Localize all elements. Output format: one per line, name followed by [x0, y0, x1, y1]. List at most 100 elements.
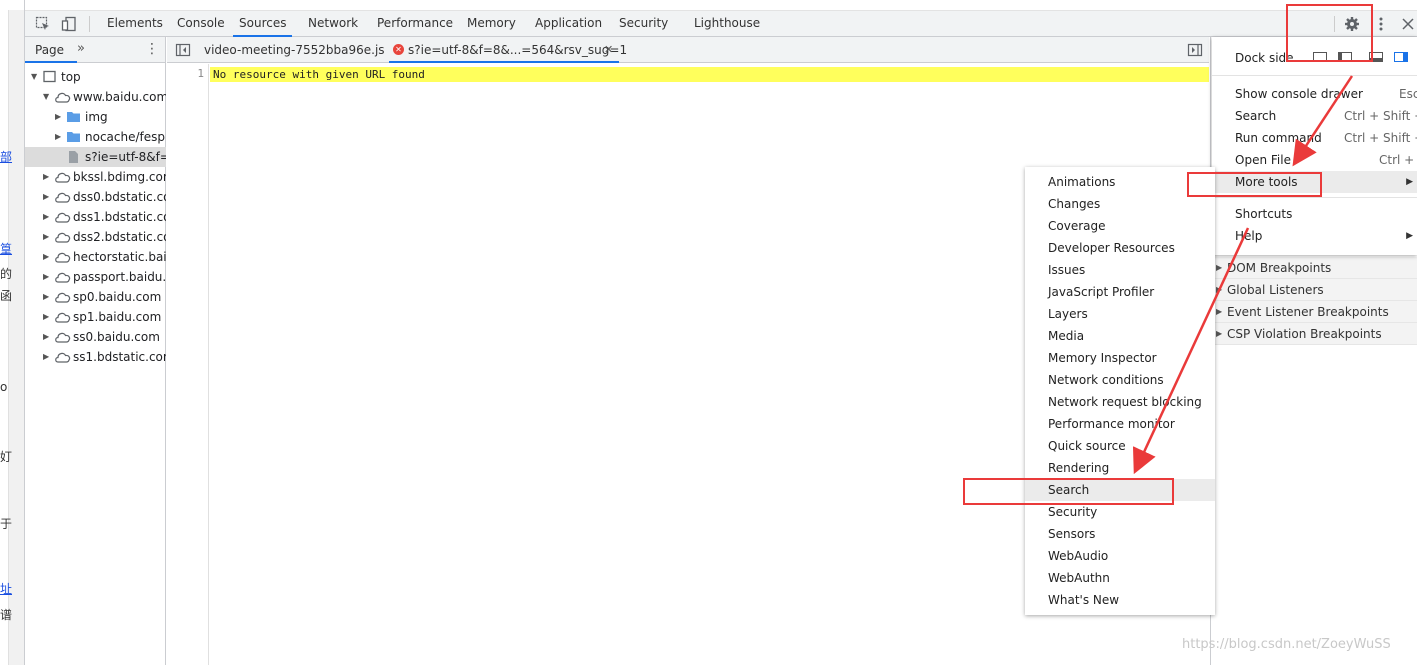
- code-line-highlighted[interactable]: No resource with given URL found: [210, 67, 1209, 82]
- editor-tab-active[interactable]: ✕ s?ie=utf-8&f=8&...=564&rsv_sug=1 ✕: [389, 37, 627, 63]
- collapse-triangle-icon[interactable]: ▼: [31, 67, 37, 87]
- tab-elements[interactable]: Elements: [105, 11, 165, 37]
- submenu-item-webaudio[interactable]: WebAudio: [1025, 545, 1215, 567]
- expand-triangle-icon[interactable]: ▶: [43, 287, 49, 307]
- gear-icon[interactable]: [1344, 16, 1360, 32]
- expand-triangle-icon[interactable]: ▶: [43, 207, 49, 227]
- tab-lighthouse[interactable]: Lighthouse: [692, 11, 762, 37]
- tree-item-label: www.baidu.com: [73, 90, 166, 104]
- shortcut-label: Esc: [1399, 87, 1417, 101]
- submenu-item-security[interactable]: Security: [1025, 501, 1215, 523]
- tree-item[interactable]: ▶ bkssl.bdimg.com: [25, 167, 166, 187]
- submenu-item-sensors[interactable]: Sensors: [1025, 523, 1215, 545]
- expand-triangle-icon[interactable]: ▶: [43, 187, 49, 207]
- expand-triangle-icon[interactable]: ▶: [43, 247, 49, 267]
- line-number[interactable]: 1: [197, 67, 204, 80]
- menu-item-label: Open File: [1235, 153, 1291, 167]
- dock-right-icon[interactable]: [1394, 52, 1408, 62]
- tree-item[interactable]: ▶ dss0.bdstatic.com: [25, 187, 166, 207]
- collapse-triangle-icon[interactable]: ▼: [43, 87, 49, 107]
- tree-item[interactable]: ▶ nocache/fesplg: [25, 127, 166, 147]
- submenu-item-animations[interactable]: Animations: [1025, 171, 1215, 193]
- submenu-item-what-s-new[interactable]: What's New: [1025, 589, 1215, 611]
- tree-item[interactable]: ▶ ss0.baidu.com: [25, 327, 166, 347]
- submenu-item-issues[interactable]: Issues: [1025, 259, 1215, 281]
- expand-triangle-icon[interactable]: ▶: [55, 127, 61, 147]
- menu-item-more-tools[interactable]: More tools ▶: [1212, 171, 1417, 193]
- navigator-menu-icon[interactable]: ⋮: [145, 41, 159, 57]
- page-text-fragment[interactable]: 篁: [0, 240, 12, 257]
- tree-item[interactable]: ▶ ss1.bdstatic.com: [25, 347, 166, 367]
- submenu-item-layers[interactable]: Layers: [1025, 303, 1215, 325]
- expand-triangle-icon[interactable]: ▶: [43, 347, 49, 367]
- submenu-item-quick-source[interactable]: Quick source: [1025, 435, 1215, 457]
- submenu-item-network-conditions[interactable]: Network conditions: [1025, 369, 1215, 391]
- menu-item-help[interactable]: Help ▶: [1212, 225, 1417, 247]
- page-text-fragment: 于: [0, 517, 13, 531]
- tab-performance[interactable]: Performance: [375, 11, 455, 37]
- device-toolbar-icon[interactable]: [61, 16, 77, 32]
- csp-violation-breakpoints-section[interactable]: ▶ CSP Violation Breakpoints: [1211, 323, 1417, 345]
- tree-item-label: dss0.bdstatic.com: [73, 190, 166, 204]
- tab-console[interactable]: Console: [175, 11, 227, 37]
- page-text-fragment[interactable]: 部: [0, 148, 12, 165]
- tab-application[interactable]: Application: [533, 11, 604, 37]
- dock-left-icon[interactable]: [1338, 52, 1352, 62]
- tree-item[interactable]: ▶ sp0.baidu.com: [25, 287, 166, 307]
- submenu-item-coverage[interactable]: Coverage: [1025, 215, 1215, 237]
- toggle-navigator-icon[interactable]: [175, 42, 191, 58]
- submenu-item-webauthn[interactable]: WebAuthn: [1025, 567, 1215, 589]
- editor-tabbar: video-meeting-7552bba96e.js ✕ s?ie=utf-8…: [167, 37, 1209, 63]
- menu-item-show-console-drawer[interactable]: Show console drawer Esc: [1212, 83, 1417, 105]
- menu-item-search[interactable]: Search Ctrl + Shift + F: [1212, 105, 1417, 127]
- expand-triangle-icon[interactable]: ▶: [43, 327, 49, 347]
- dock-bottom-icon[interactable]: [1369, 52, 1383, 62]
- submenu-item-memory-inspector[interactable]: Memory Inspector: [1025, 347, 1215, 369]
- more-tabs-icon[interactable]: »: [77, 41, 85, 56]
- menu-item-open-file[interactable]: Open File Ctrl + P: [1212, 149, 1417, 171]
- tab-sources[interactable]: Sources: [233, 11, 293, 37]
- expand-triangle-icon[interactable]: ▶: [43, 167, 49, 187]
- tab-network[interactable]: Network: [306, 11, 360, 37]
- tab-memory[interactable]: Memory: [465, 11, 518, 37]
- submenu-item-rendering[interactable]: Rendering: [1025, 457, 1215, 479]
- expand-triangle-icon[interactable]: ▶: [43, 227, 49, 247]
- toggle-debugger-icon[interactable]: [1187, 42, 1203, 58]
- page-text-fragment[interactable]: 址: [0, 580, 12, 597]
- close-tab-icon[interactable]: ✕: [604, 37, 613, 63]
- tree-item[interactable]: ▶ passport.baidu.co: [25, 267, 166, 287]
- submenu-item-performance-monitor[interactable]: Performance monitor: [1025, 413, 1215, 435]
- tree-item[interactable]: ▶ dss1.bdstatic.com: [25, 207, 166, 227]
- tree-item[interactable]: s?ie=utf-8&f=8: [25, 147, 166, 167]
- submenu-item-search[interactable]: Search: [1025, 479, 1215, 501]
- menu-item-shortcuts[interactable]: Shortcuts: [1212, 203, 1417, 225]
- expand-triangle-icon[interactable]: ▶: [43, 307, 49, 327]
- menu-separator: [1212, 75, 1417, 76]
- expand-triangle-icon[interactable]: ▶: [43, 267, 49, 287]
- dom-breakpoints-section[interactable]: ▶ DOM Breakpoints: [1211, 257, 1417, 279]
- tree-item[interactable]: ▶ img: [25, 107, 166, 127]
- editor-tab-video-meeting[interactable]: video-meeting-7552bba96e.js: [204, 37, 385, 63]
- global-listeners-section[interactable]: ▶ Global Listeners: [1211, 279, 1417, 301]
- menu-item-run-command[interactable]: Run command Ctrl + Shift + P: [1212, 127, 1417, 149]
- tree-item[interactable]: ▶ hectorstatic.baidu: [25, 247, 166, 267]
- expand-triangle-icon[interactable]: ▶: [55, 107, 61, 127]
- submenu-item-changes[interactable]: Changes: [1025, 193, 1215, 215]
- submenu-item-developer-resources[interactable]: Developer Resources: [1025, 237, 1215, 259]
- inspect-element-icon[interactable]: [35, 16, 51, 32]
- undock-icon[interactable]: [1313, 52, 1327, 62]
- kebab-menu-icon[interactable]: [1373, 16, 1389, 32]
- tree-item[interactable]: ▼ www.baidu.com: [25, 87, 166, 107]
- submenu-item-network-request-blocking[interactable]: Network request blocking: [1025, 391, 1215, 413]
- tab-page[interactable]: Page: [35, 43, 64, 57]
- submenu-item-media[interactable]: Media: [1025, 325, 1215, 347]
- page-scrollbar[interactable]: [8, 10, 24, 665]
- cloud-icon: [54, 270, 71, 284]
- tab-security[interactable]: Security: [617, 11, 670, 37]
- tree-item[interactable]: ▶ dss2.bdstatic.com: [25, 227, 166, 247]
- tree-item[interactable]: ▶ sp1.baidu.com: [25, 307, 166, 327]
- submenu-item-javascript-profiler[interactable]: JavaScript Profiler: [1025, 281, 1215, 303]
- close-devtools-icon[interactable]: [1400, 16, 1416, 32]
- event-listener-breakpoints-section[interactable]: ▶ Event Listener Breakpoints: [1211, 301, 1417, 323]
- tree-item[interactable]: ▼ top: [25, 67, 166, 87]
